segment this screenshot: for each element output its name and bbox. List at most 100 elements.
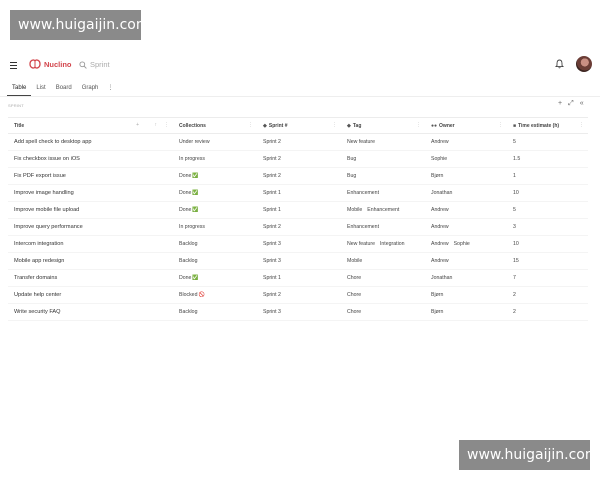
item-title[interactable]: Update help center bbox=[14, 292, 61, 298]
sprint-cell[interactable]: Sprint 2 bbox=[257, 286, 341, 304]
owner-chip[interactable]: Andrew bbox=[431, 241, 449, 247]
column-menu-icon[interactable]: ⋮ bbox=[248, 122, 253, 128]
item-title-cell[interactable]: Fix checkbox issue on iOS bbox=[8, 150, 173, 168]
sprint-cell[interactable]: Sprint 2 bbox=[257, 150, 341, 168]
collection-cell[interactable]: Blocked🚫 bbox=[173, 286, 257, 304]
item-title-cell[interactable]: Intercom integration bbox=[8, 235, 173, 253]
sprint-cell[interactable]: Sprint 2 bbox=[257, 167, 341, 185]
owner-cell[interactable]: Andrew Sophie bbox=[425, 235, 507, 253]
more-views-icon[interactable]: ⋮ bbox=[103, 82, 117, 96]
column-header-collections[interactable]: Collections ⋮ bbox=[173, 117, 257, 134]
table-row[interactable]: Mobile app redesign Backlog Sprint 3 Mobile… bbox=[8, 252, 588, 270]
collection-cell[interactable]: Done✅ bbox=[173, 184, 257, 202]
hamburger-menu-icon[interactable] bbox=[10, 62, 17, 70]
owner-cell[interactable]: Bjørn bbox=[425, 286, 507, 304]
table-row[interactable]: Transfer domains Done✅ Sprint 1 Chore Jonath… bbox=[8, 269, 588, 287]
owner-cell[interactable]: Andrew bbox=[425, 201, 507, 219]
item-title[interactable]: Add spell check to desktop app bbox=[14, 139, 91, 145]
sprint-label[interactable]: Sprint 3 bbox=[263, 309, 281, 315]
item-title[interactable]: Improve image handling bbox=[14, 190, 74, 196]
time-estimate-cell[interactable]: 2 bbox=[507, 286, 588, 304]
column-menu-icon[interactable]: ⋮ bbox=[498, 122, 503, 128]
tag-cell[interactable]: Mobile bbox=[341, 252, 425, 270]
time-estimate-cell[interactable]: 5 bbox=[507, 133, 588, 151]
tag-cell[interactable]: New feature Integration bbox=[341, 235, 425, 253]
sprint-cell[interactable]: Sprint 3 bbox=[257, 252, 341, 270]
tab-graph[interactable]: Graph bbox=[77, 82, 104, 96]
sprint-label[interactable]: Sprint 1 bbox=[263, 207, 281, 213]
sprint-cell[interactable]: Sprint 1 bbox=[257, 201, 341, 219]
expand-icon[interactable]: ⤢ bbox=[568, 100, 574, 108]
table-row[interactable]: Write security FAQ Backlog Sprint 3 Chore Bj… bbox=[8, 303, 588, 321]
item-title-cell[interactable]: Transfer domains bbox=[8, 269, 173, 287]
tag-chip[interactable]: Integration bbox=[380, 241, 405, 247]
sprint-label[interactable]: Sprint 1 bbox=[263, 275, 281, 281]
item-title[interactable]: Write security FAQ bbox=[14, 309, 61, 315]
owner-cell[interactable]: Andrew bbox=[425, 133, 507, 151]
user-avatar[interactable] bbox=[576, 56, 592, 72]
owner-chip[interactable]: Andrew bbox=[431, 258, 449, 264]
table-row[interactable]: Fix checkbox issue on iOS In progress Spri… bbox=[8, 150, 588, 168]
tag-chip[interactable]: Bug bbox=[347, 156, 356, 162]
column-header-sprint[interactable]: ◆ Sprint # ⋮ bbox=[257, 117, 341, 134]
sprint-cell[interactable]: Sprint 1 bbox=[257, 269, 341, 287]
owner-chip[interactable]: Andrew bbox=[431, 139, 449, 145]
owner-chip[interactable]: Andrew bbox=[431, 207, 449, 213]
item-title-cell[interactable]: Improve mobile file upload bbox=[8, 201, 173, 219]
table-row[interactable]: Improve image handling Done✅ Sprint 1 Enhan… bbox=[8, 184, 588, 202]
item-title[interactable]: Transfer domains bbox=[14, 275, 57, 281]
column-header-owner[interactable]: ●● Owner ⋮ bbox=[425, 117, 507, 134]
collection-cell[interactable]: Done✅ bbox=[173, 201, 257, 219]
tag-cell[interactable]: Enhancement bbox=[341, 184, 425, 202]
item-title[interactable]: Improve query performance bbox=[14, 224, 83, 230]
tag-chip[interactable]: New feature bbox=[347, 139, 375, 145]
collection-cell[interactable]: In progress bbox=[173, 150, 257, 168]
owner-cell[interactable]: Andrew bbox=[425, 252, 507, 270]
time-estimate-cell[interactable]: 10 bbox=[507, 184, 588, 202]
tag-cell[interactable]: New feature bbox=[341, 133, 425, 151]
tag-chip[interactable]: Chore bbox=[347, 309, 361, 315]
item-title-cell[interactable]: Mobile app redesign bbox=[8, 252, 173, 270]
item-title[interactable]: Improve mobile file upload bbox=[14, 207, 79, 213]
owner-cell[interactable]: Jonathan bbox=[425, 269, 507, 287]
tag-cell[interactable]: Bug bbox=[341, 167, 425, 185]
column-header-tag[interactable]: ◆ Tag ⋮ bbox=[341, 117, 425, 134]
tag-chip[interactable]: Bug bbox=[347, 173, 356, 179]
owner-cell[interactable]: Bjørn bbox=[425, 303, 507, 321]
owner-chip[interactable]: Bjørn bbox=[431, 292, 443, 298]
collection-cell[interactable]: Done✅ bbox=[173, 269, 257, 287]
logo[interactable]: Nuclino bbox=[28, 58, 72, 70]
table-row[interactable]: Improve query performance In progress Spri… bbox=[8, 218, 588, 236]
sprint-label[interactable]: Sprint 1 bbox=[263, 190, 281, 196]
search-box[interactable]: Sprint bbox=[79, 60, 110, 69]
tag-chip[interactable]: Mobile bbox=[347, 207, 362, 213]
item-title-cell[interactable]: Write security FAQ bbox=[8, 303, 173, 321]
time-estimate-cell[interactable]: 10 bbox=[507, 235, 588, 253]
item-title-cell[interactable]: Improve image handling bbox=[8, 184, 173, 202]
item-title-cell[interactable]: Update help center bbox=[8, 286, 173, 304]
sprint-cell[interactable]: Sprint 2 bbox=[257, 218, 341, 236]
item-title[interactable]: Fix checkbox issue on iOS bbox=[14, 156, 80, 162]
sprint-label[interactable]: Sprint 3 bbox=[263, 258, 281, 264]
tag-chip[interactable]: New feature bbox=[347, 241, 375, 247]
sprint-cell[interactable]: Sprint 3 bbox=[257, 235, 341, 253]
sprint-label[interactable]: Sprint 3 bbox=[263, 241, 281, 247]
collection-cell[interactable]: Backlog bbox=[173, 303, 257, 321]
column-menu-icon[interactable]: ⋮ bbox=[332, 122, 337, 128]
collection-cell[interactable]: In progress bbox=[173, 218, 257, 236]
owner-chip[interactable]: Bjørn bbox=[431, 309, 443, 315]
tag-cell[interactable]: Bug bbox=[341, 150, 425, 168]
owner-chip[interactable]: Jonathan bbox=[431, 275, 452, 281]
tag-chip[interactable]: Chore bbox=[347, 275, 361, 281]
owner-chip[interactable]: Jonathan bbox=[431, 190, 452, 196]
table-row[interactable]: Update help center Blocked🚫 Sprint 2 Chore B… bbox=[8, 286, 588, 304]
tag-chip[interactable]: Enhancement bbox=[347, 224, 379, 230]
sort-icon[interactable]: ↑ bbox=[155, 122, 158, 128]
item-title[interactable]: Intercom integration bbox=[14, 241, 63, 247]
sprint-cell[interactable]: Sprint 2 bbox=[257, 133, 341, 151]
time-estimate-cell[interactable]: 5 bbox=[507, 201, 588, 219]
tag-cell[interactable]: Chore bbox=[341, 303, 425, 321]
add-icon[interactable]: + bbox=[558, 100, 562, 108]
add-column-icon[interactable]: + bbox=[136, 122, 139, 128]
collection-cell[interactable]: Done✅ bbox=[173, 167, 257, 185]
